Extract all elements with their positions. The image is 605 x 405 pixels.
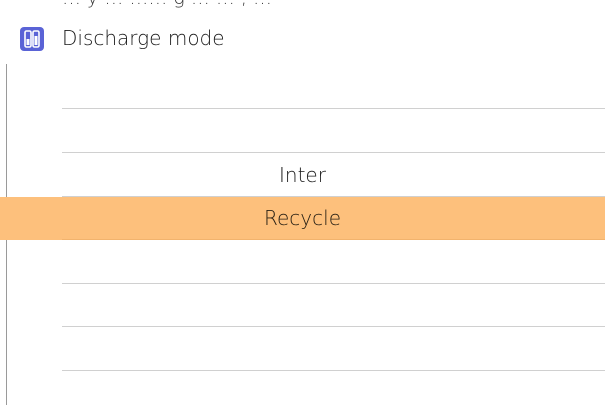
picker-option-label (0, 241, 605, 284)
picker-option-empty-1[interactable] (0, 66, 605, 109)
picker-option-label: Inter (279, 163, 326, 187)
setting-header: Discharge mode (0, 22, 605, 62)
row-divider (62, 152, 605, 153)
battery-mode-icon (20, 27, 44, 51)
row-divider (62, 326, 605, 327)
picker-option-label (0, 110, 605, 153)
row-divider (62, 108, 605, 109)
picker-option-empty-3[interactable] (0, 241, 605, 284)
picker-option-empty-4[interactable] (0, 284, 605, 327)
picker-option-recycle[interactable]: Recycle (0, 197, 605, 240)
picker-option-label (0, 284, 605, 327)
page-title: Discharge mode (62, 26, 225, 50)
picker-option-label (0, 328, 605, 371)
discharge-mode-picker[interactable]: Inter Recycle (0, 66, 605, 372)
row-divider (62, 239, 605, 240)
row-divider (62, 370, 605, 371)
picker-option-label (0, 66, 605, 109)
picker-option-label: Recycle (264, 206, 341, 230)
partial-text-above: … y … …… g … … , … (62, 0, 272, 9)
picker-option-inter[interactable]: Inter (0, 154, 605, 197)
discharge-mode-screen: … y … …… g … … , … Discharge mode Inter (0, 0, 605, 405)
picker-option-empty-2[interactable] (0, 110, 605, 153)
picker-option-empty-5[interactable] (0, 328, 605, 371)
